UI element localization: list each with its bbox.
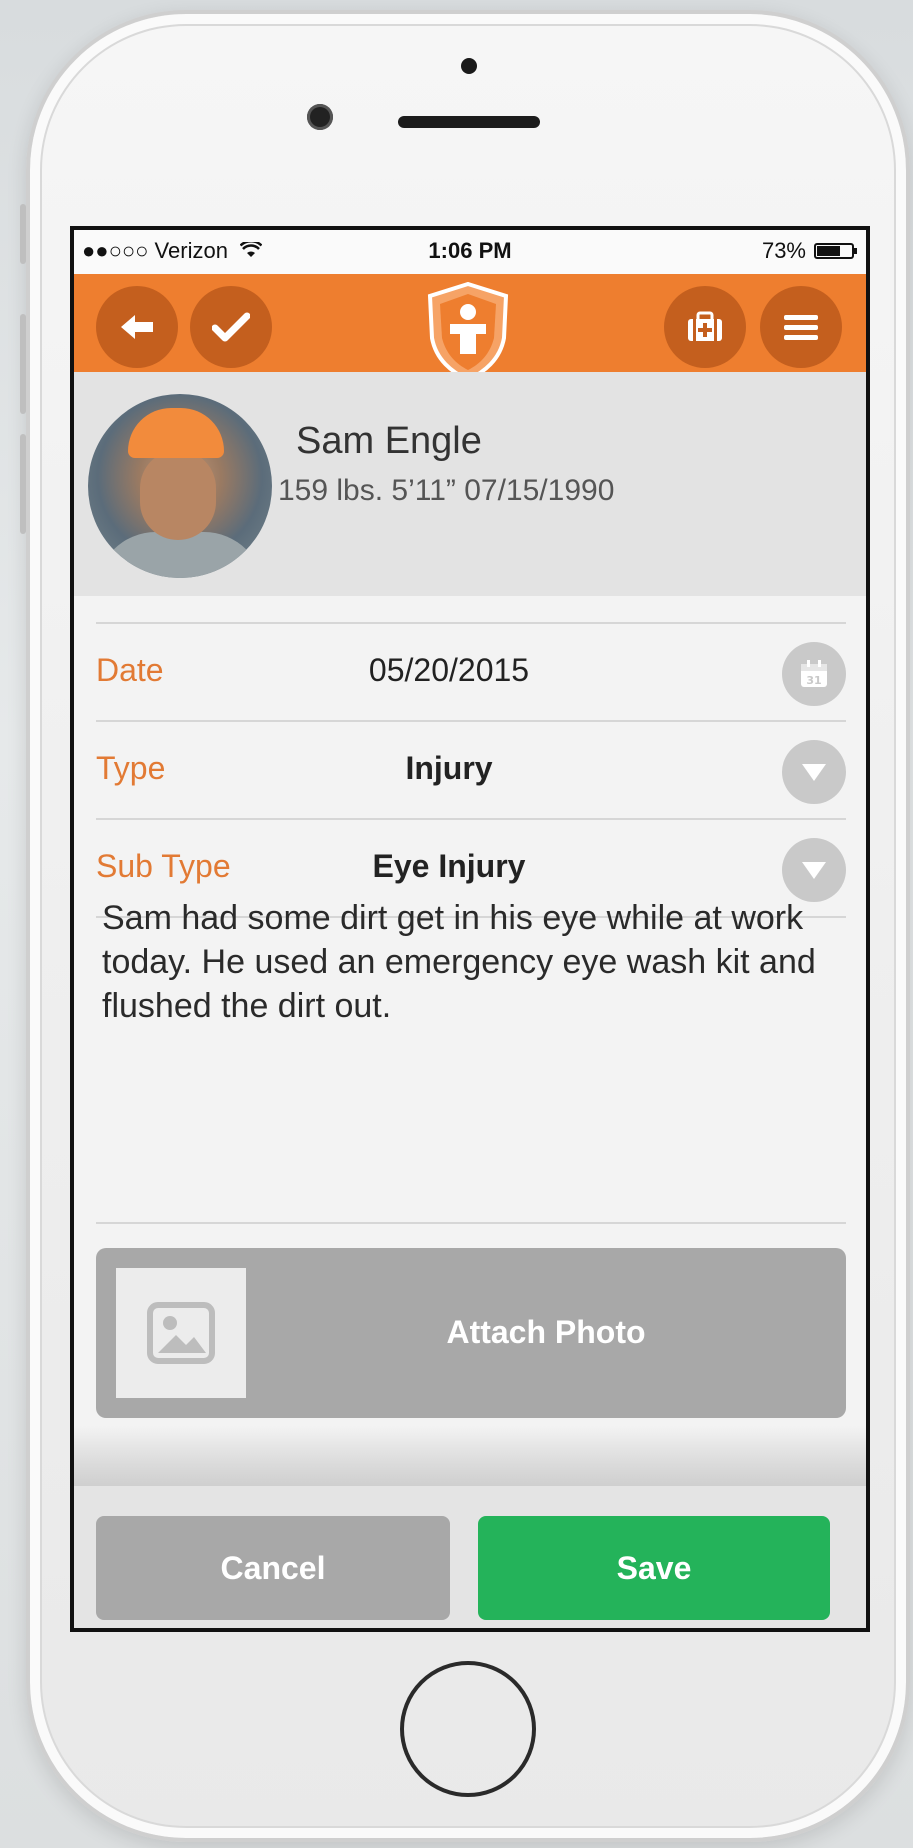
avatar-hard-hat [128, 408, 224, 458]
cancel-button[interactable]: Cancel [96, 1516, 450, 1620]
home-button[interactable] [400, 1661, 536, 1797]
profile-header: Sam Engle 159 lbs. 5’11” 07/15/1990 [74, 372, 866, 596]
battery-fill [817, 246, 840, 256]
confirm-button[interactable] [190, 286, 272, 368]
image-icon [147, 1302, 215, 1364]
menu-button[interactable] [760, 286, 842, 368]
first-aid-kit-icon [688, 311, 722, 341]
profile-stats: 159 lbs. 5’11” 07/15/1990 [278, 474, 615, 507]
front-camera [307, 104, 333, 130]
footer-actions: Cancel Save [74, 1486, 866, 1628]
first-aid-button[interactable] [664, 286, 746, 368]
type-value: Injury [405, 750, 493, 786]
attach-photo-label: Attach Photo [446, 1314, 646, 1350]
date-value: 05/20/2015 [368, 652, 530, 688]
app-screen: ●●○○○ Verizon 1:06 PM 73% Sam Engle 159 … [70, 226, 870, 1632]
calendar-icon[interactable]: 31 [782, 642, 846, 706]
back-button[interactable] [96, 286, 178, 368]
battery-status: 73% [761, 238, 857, 264]
avatar[interactable] [88, 394, 272, 578]
date-row[interactable]: Date 05/20/2015 31 [96, 622, 846, 720]
battery-icon [814, 243, 857, 259]
shield-logo-icon [426, 281, 510, 383]
type-row[interactable]: Type Injury [96, 720, 846, 818]
battery-percent: 73% [761, 238, 806, 263]
footer-shadow [74, 1426, 866, 1486]
notes-divider [96, 1222, 846, 1224]
notes-text[interactable]: Sam had some dirt get in his eye while a… [102, 896, 822, 1028]
subtype-value: Eye Injury [372, 848, 526, 884]
status-bar: ●●○○○ Verizon 1:06 PM 73% [74, 230, 866, 274]
subtype-dropdown-icon[interactable] [782, 838, 846, 902]
phone-volume-up [20, 314, 26, 414]
checkmark-icon [212, 312, 250, 342]
attach-photo-button[interactable]: Attach Photo [96, 1248, 846, 1418]
save-button[interactable]: Save [478, 1516, 830, 1620]
status-time: 1:06 PM [428, 238, 512, 263]
calendar-day: 31 [806, 674, 821, 687]
top-nav-bar [74, 274, 866, 383]
phone-side-button [20, 204, 26, 264]
avatar-face [140, 450, 216, 540]
earpiece-speaker [398, 116, 540, 128]
profile-name: Sam Engle [296, 420, 482, 462]
type-dropdown-icon[interactable] [782, 740, 846, 804]
hamburger-menu-icon [784, 315, 818, 340]
phone-volume-down [20, 434, 26, 534]
photo-thumbnail [116, 1268, 246, 1398]
back-arrow-icon [121, 315, 153, 339]
proximity-sensor [461, 58, 477, 74]
